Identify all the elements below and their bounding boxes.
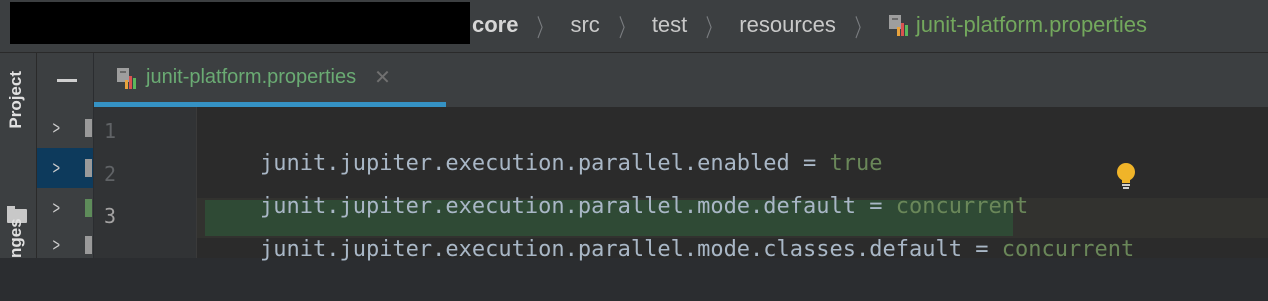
tree-row[interactable]: >	[37, 188, 93, 228]
breadcrumb-core[interactable]: core	[472, 12, 518, 38]
lightbulb-icon[interactable]	[1115, 161, 1137, 191]
tree-node-icon	[85, 159, 92, 177]
changes-toolwindow-button[interactable]: nges	[6, 213, 26, 258]
property-key: junit.jupiter.execution.parallel.mode.cl…	[259, 237, 962, 262]
tree-node-icon	[85, 199, 92, 217]
tab-junit-platform-properties[interactable]: junit-platform.properties ✕	[94, 53, 446, 107]
breadcrumb-file[interactable]: junit-platform.properties	[916, 12, 1147, 38]
chevron-right-icon[interactable]: >	[53, 158, 60, 179]
code-editor[interactable]: junit.jupiter.execution.parallel.enabled…	[197, 107, 1268, 262]
code-line-current[interactable]: junit.jupiter.execution.parallel.mode.cl…	[207, 199, 1134, 262]
project-panel: > > > >	[37, 53, 93, 258]
chevron-right-icon: 〉	[854, 14, 870, 42]
project-toolwindow-button[interactable]: Project	[6, 71, 26, 129]
redacted-area	[10, 2, 470, 44]
breadcrumb-resources[interactable]: resources	[739, 12, 836, 38]
chevron-right-icon[interactable]: >	[53, 235, 60, 256]
tool-window-strip: Project nges	[0, 53, 37, 258]
tree-node-icon	[85, 119, 92, 137]
properties-file-icon	[116, 66, 138, 90]
tab-label: junit-platform.properties	[146, 66, 357, 88]
breadcrumb-test[interactable]: test	[652, 12, 687, 38]
tree-row[interactable]: >	[37, 108, 93, 148]
line-number-gutter: 1 2 3	[94, 107, 197, 258]
tree-row[interactable]: >	[37, 225, 93, 265]
collapse-icon[interactable]	[57, 79, 77, 82]
breadcrumb-src[interactable]: src	[570, 12, 599, 38]
chevron-right-icon[interactable]: >	[53, 198, 60, 219]
property-separator: =	[961, 237, 1002, 262]
line-number: 2	[104, 162, 117, 186]
code-line[interactable]: junit.jupiter.execution.parallel.mode.de…	[207, 156, 1028, 219]
breadcrumb: core 〉 src 〉 test 〉 resources 〉 junit-pl…	[472, 0, 1147, 50]
chevron-right-icon: 〉	[706, 14, 721, 42]
properties-file-icon	[888, 13, 910, 37]
tree-node-icon	[85, 236, 92, 254]
close-icon[interactable]: ✕	[374, 65, 391, 90]
property-value: concurrent	[1001, 237, 1135, 262]
line-number-current: 3	[104, 204, 117, 228]
navigation-bar: core 〉 src 〉 test 〉 resources 〉 junit-pl…	[0, 0, 1268, 53]
chevron-right-icon[interactable]: >	[53, 118, 60, 139]
chevron-right-icon: 〉	[618, 14, 634, 42]
line-number: 1	[104, 119, 117, 143]
tree-row-selected[interactable]: >	[37, 148, 93, 188]
code-line[interactable]: junit.jupiter.execution.parallel.enabled…	[207, 113, 883, 176]
editor-tab-bar: junit-platform.properties ✕	[94, 53, 1268, 107]
chevron-right-icon: 〉	[537, 14, 552, 42]
